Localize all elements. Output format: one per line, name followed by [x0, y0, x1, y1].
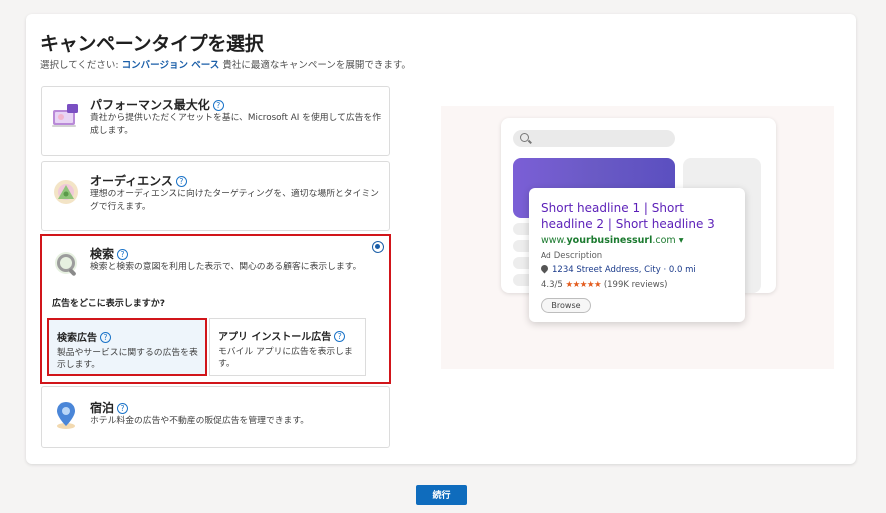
subtitle-suffix: 貴社に最適なキャンペーンを展開できます。 [219, 60, 411, 71]
ad-address: 1234 Street Address, City · 0.0 mi [539, 263, 696, 275]
help-icon[interactable]: ? [117, 403, 129, 414]
ad-headline: Short headline 1 | Short headline 2 | Sh… [541, 201, 715, 231]
option-audience[interactable]: オーディエンス? 理想のオーディエンスに向けたターゲティングを、適切な場所とタイ… [41, 161, 390, 231]
sub-option-app-install[interactable]: アプリ インストール広告? モバイル アプリに広告を表示します。 [209, 318, 366, 376]
option-name: オーディエンス? [90, 172, 187, 189]
option-search[interactable]: 検索? 検索と検索の意図を利用した表示で、関心のある顧客に表示します。 広告をど… [40, 234, 391, 384]
search-radio[interactable] [372, 241, 384, 253]
page-subtitle: 選択してください: コンバージョン ベース 貴社に最適なキャンペーンを展開できま… [40, 57, 411, 71]
sub-option-desc: 製品やサービスに関するの広告を表示します。 [57, 348, 198, 370]
option-name: 検索? [90, 245, 129, 262]
sub-option-desc: モバイル アプリに広告を表示します。 [218, 347, 353, 369]
option-hotel[interactable]: 宿泊? ホテル料金の広告や不動産の販促広告を管理できます。 [41, 386, 390, 448]
sub-option-search-ads[interactable]: 検索広告? 製品やサービスに関するの広告を表示します。 [47, 318, 207, 376]
option-desc: 検索と検索の意図を利用した表示で、関心のある顧客に表示します。 [90, 262, 362, 272]
option-desc: ホテル料金の広告や不動産の販促広告を管理できます。 [90, 416, 310, 426]
ad-placement-question: 広告をどこに表示しますか? [52, 299, 165, 309]
help-icon[interactable]: ? [175, 176, 187, 187]
location-pin-icon [539, 263, 550, 274]
ad-badge: Ad [541, 251, 551, 260]
page-title: キャンペーンタイプを選択 [40, 33, 264, 55]
help-icon[interactable]: ? [212, 100, 224, 111]
campaign-type-card: キャンペーンタイプを選択 選択してください: コンバージョン ベース 貴社に最適… [26, 14, 856, 464]
option-desc: 貴社から提供いただくアセットを基に、Microsoft AI を使用して広告を作… [90, 113, 382, 136]
option-desc: 理想のオーディエンスに向けたターゲティングを、適切な場所とタイミングで行えます。 [90, 189, 379, 212]
option-name: 宿泊? [90, 399, 129, 416]
browse-button: Browse [541, 298, 591, 313]
help-icon[interactable]: ? [334, 331, 346, 342]
help-icon[interactable]: ? [117, 249, 129, 260]
subtitle-prefix: 選択してください: [40, 60, 122, 71]
option-performance-max[interactable]: パフォーマンス最大化? 貴社から提供いただくアセットを基に、Microsoft … [41, 86, 390, 156]
magnifier-icon [520, 133, 529, 142]
ad-description: Ad Description [541, 251, 603, 261]
chevron-down-icon: ▾ [678, 235, 684, 246]
performance-max-icon [52, 104, 78, 127]
ad-preview-card: Short headline 1 | Short headline 2 | Sh… [529, 188, 745, 322]
help-icon[interactable]: ? [100, 332, 111, 343]
ad-preview-panel: Short headline 1 | Short headline 2 | Sh… [441, 106, 834, 369]
sub-option-name: 検索広告? [57, 329, 111, 344]
search-icon [55, 252, 77, 276]
continue-button[interactable]: 続行 [416, 485, 467, 505]
ad-url: www.yourbusinessurl.com ▾ [541, 235, 684, 246]
ad-rating: 4.3/5 ★★★★★ (199K reviews) [541, 280, 668, 290]
conversion-based-link[interactable]: コンバージョン ベース [122, 60, 220, 71]
sub-option-name: アプリ インストール広告? [218, 328, 346, 343]
preview-searchbar [513, 130, 675, 147]
audience-icon [54, 180, 78, 204]
option-name: パフォーマンス最大化? [90, 96, 224, 113]
hotel-pin-icon [57, 402, 75, 429]
star-rating-icon: ★★★★★ [565, 280, 602, 290]
